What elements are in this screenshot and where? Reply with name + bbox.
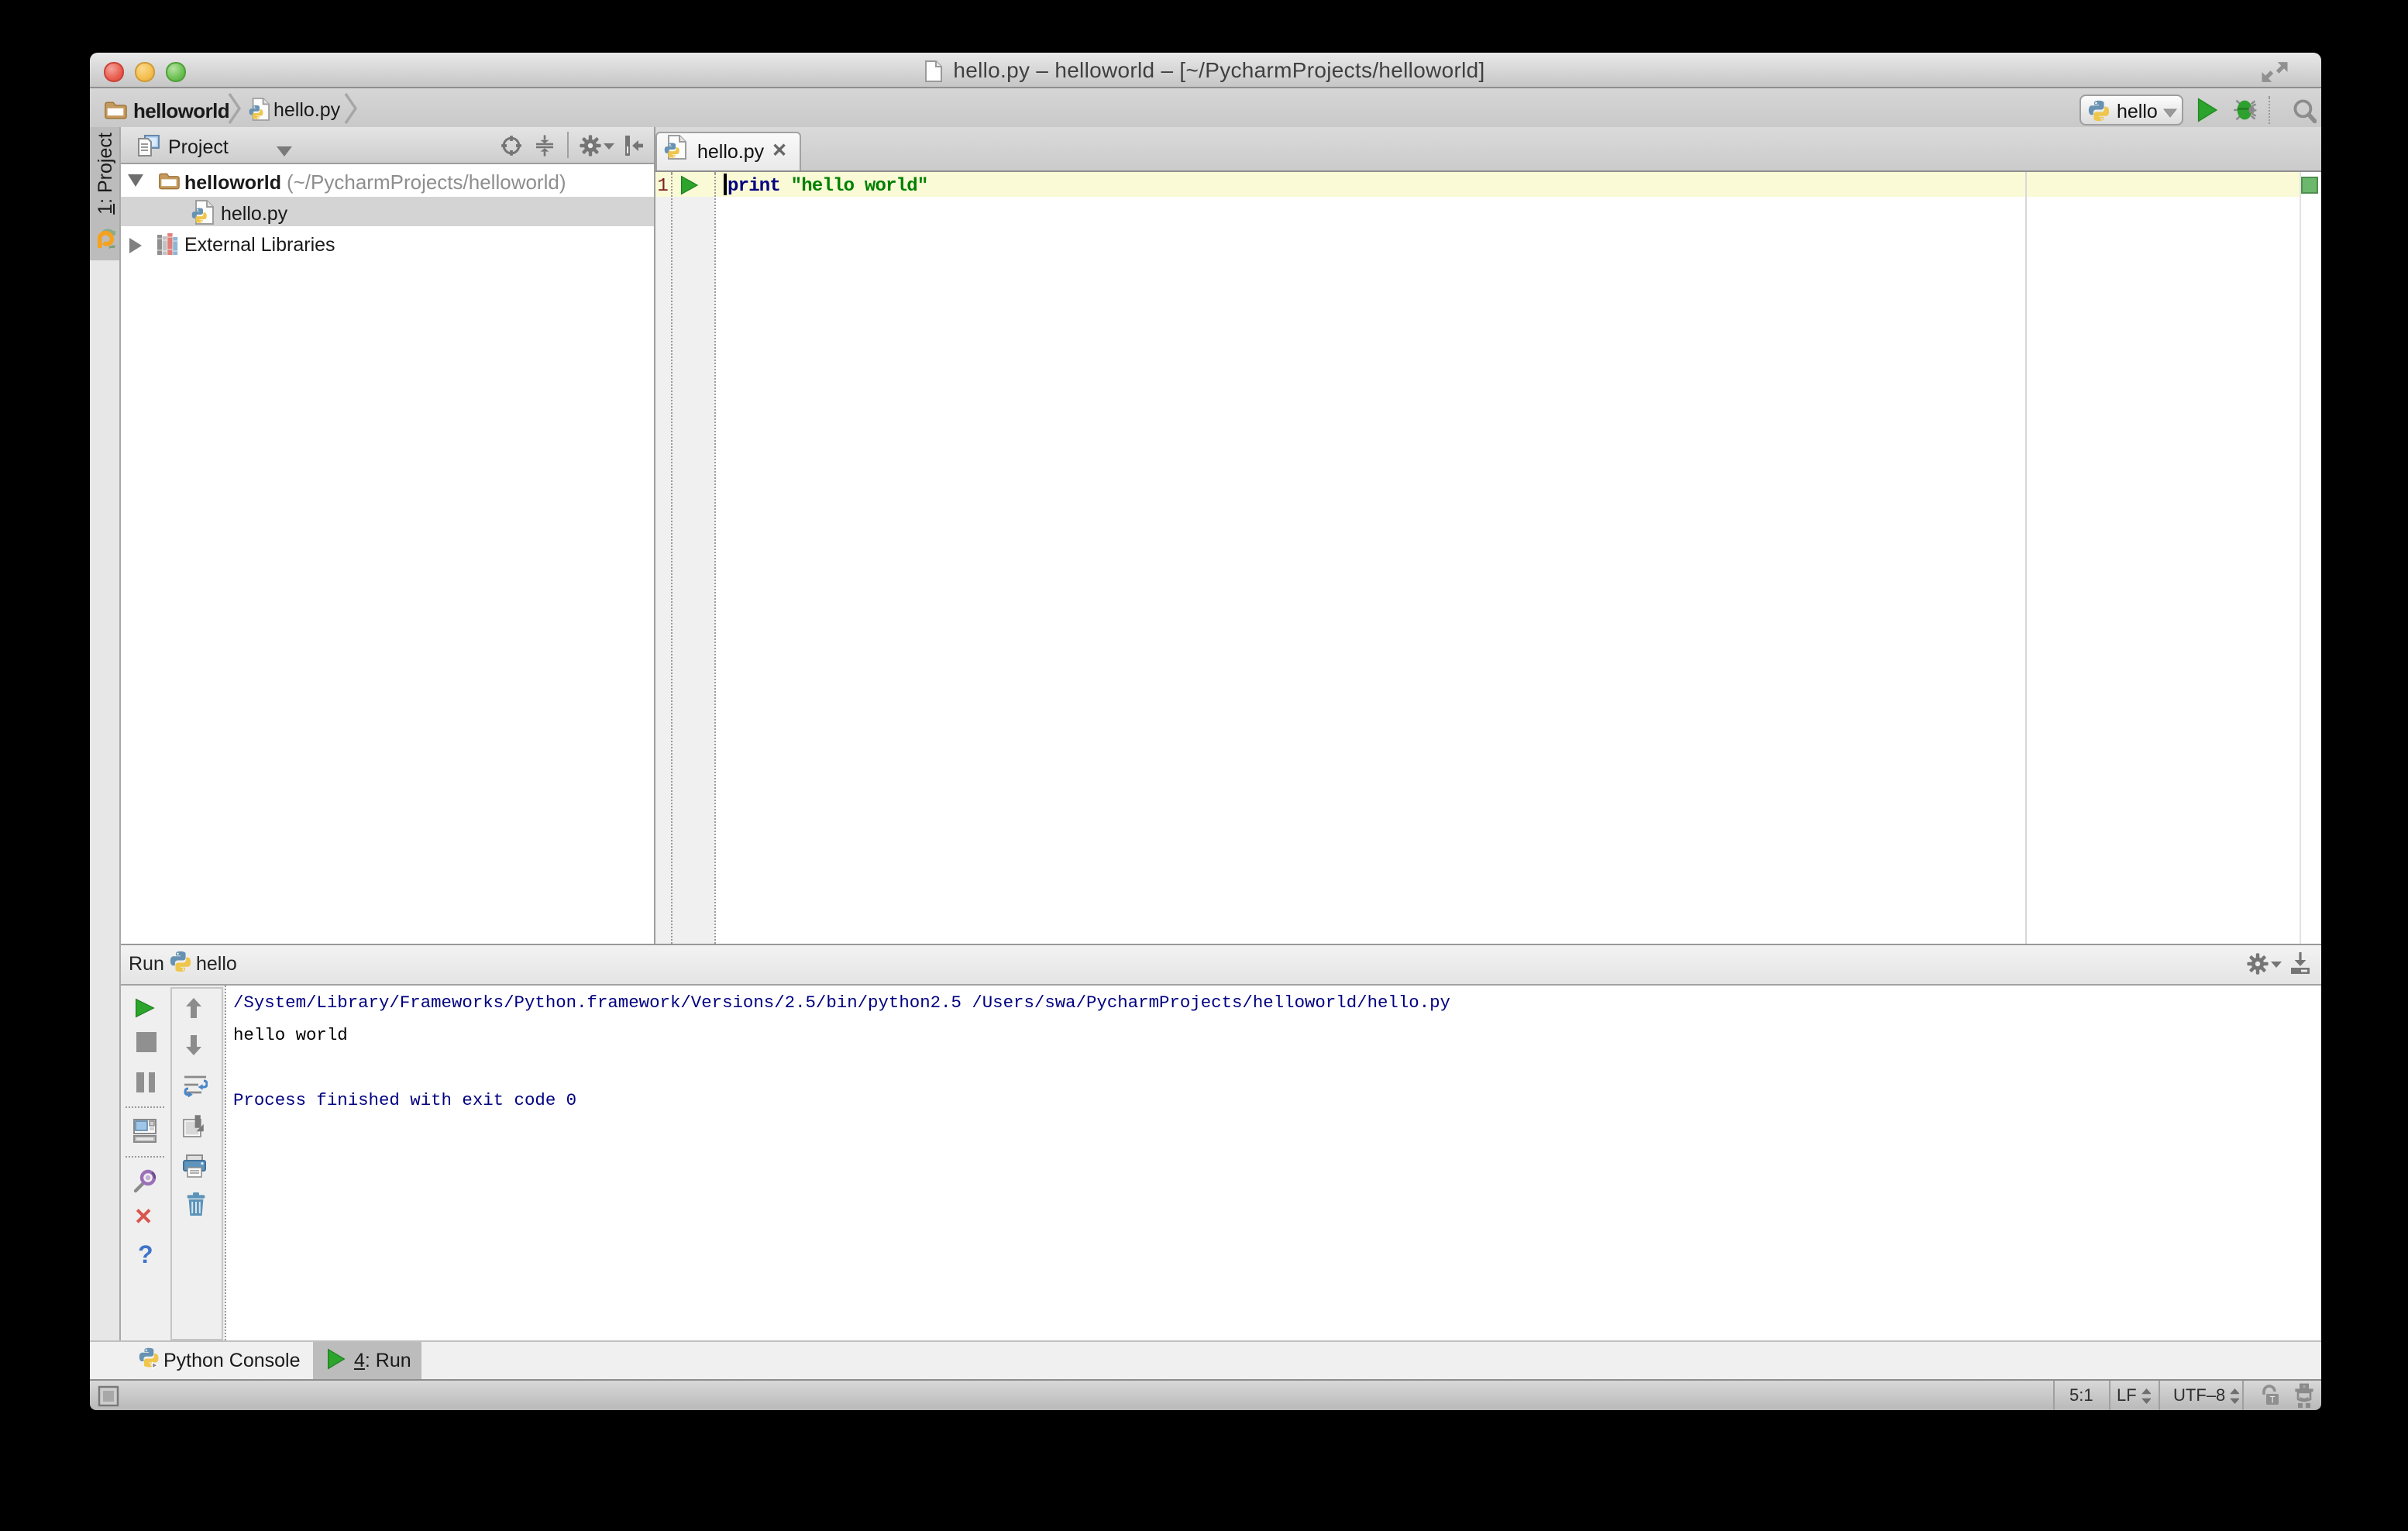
- svg-text:T: T: [2269, 1394, 2275, 1405]
